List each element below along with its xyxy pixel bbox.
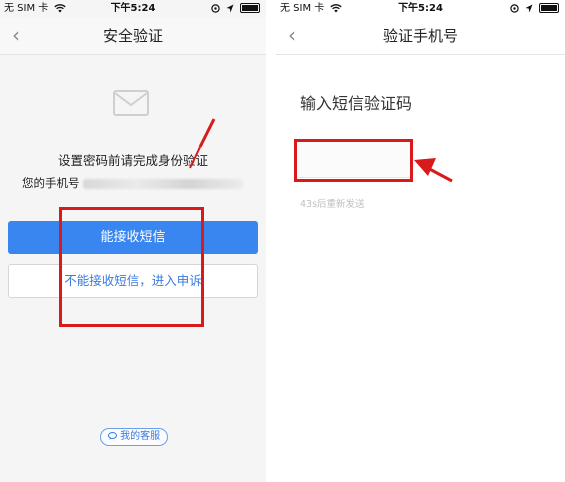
status-icons: [208, 0, 260, 18]
battery-icon: [539, 3, 559, 13]
page-title: 安全验证: [102, 27, 163, 45]
status-bar: 无 SIM 卡 下午5:24: [0, 0, 266, 18]
status-bar: 无 SIM 卡 下午5:24: [276, 0, 565, 18]
battery-icon: [240, 3, 260, 13]
sms-code-heading: 输入短信验证码: [300, 94, 413, 113]
blurred-phone-number: [83, 178, 244, 189]
right-phone-screen: 无 SIM 卡 下午5:24 ‹ 验证手机号 输入短信验证码 43s后重新发送: [276, 0, 565, 482]
mail-icon: [113, 90, 149, 116]
cannot-receive-sms-button[interactable]: 不能接收短信，进入申诉: [8, 264, 258, 298]
verify-heading: 设置密码前请完成身份验证: [57, 153, 208, 168]
left-phone-screen: 无 SIM 卡 下午5:24 ‹ 安全验证 设置密码前请完成身份验证 您的手机号…: [0, 0, 266, 482]
resend-countdown[interactable]: 43s后重新发送: [300, 196, 365, 210]
receive-sms-button[interactable]: 能接收短信: [8, 221, 258, 254]
page-title: 验证手机号: [382, 27, 458, 45]
chat-bubble-icon: [107, 432, 117, 440]
lock-icon: [509, 3, 519, 13]
nav-bar: ‹ 安全验证: [0, 18, 266, 55]
status-icons: [507, 0, 559, 18]
phone-prefix: 您的手机号: [22, 176, 80, 190]
lock-icon: [210, 3, 220, 13]
customer-service-label: 我的客服: [120, 431, 161, 442]
customer-service-button[interactable]: 我的客服: [100, 428, 168, 446]
phone-number-line: 您的手机号: [22, 175, 244, 191]
location-icon: [525, 4, 533, 12]
location-icon: [226, 4, 234, 12]
nav-bar: ‹ 验证手机号: [276, 18, 565, 55]
sms-code-input[interactable]: [296, 142, 410, 178]
screen-divider: [266, 0, 276, 482]
